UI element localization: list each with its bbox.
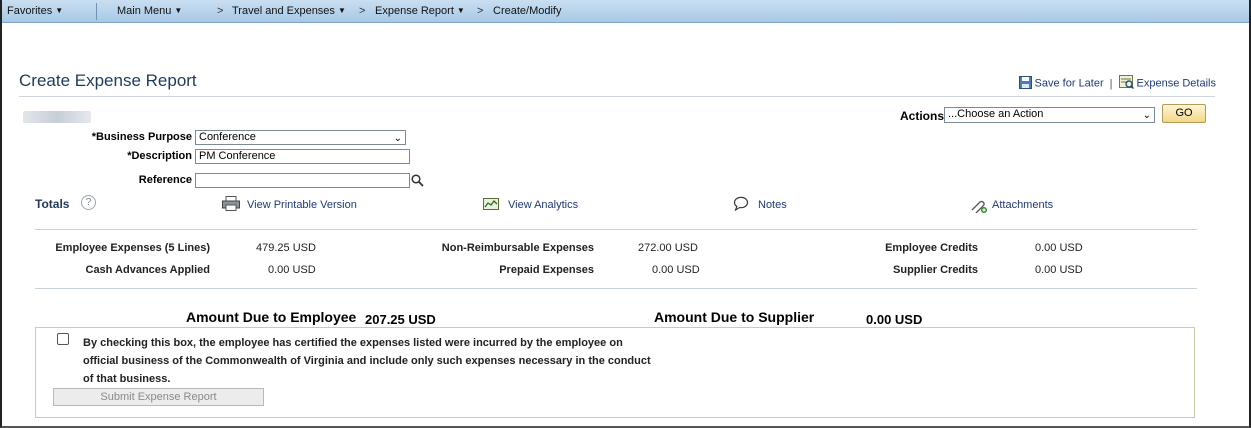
favorites-label: Favorites [7, 5, 53, 17]
chevron-down-icon: ▼ [174, 6, 183, 15]
actions-select-value: ...Choose an Action [948, 108, 1044, 120]
non-reimbursable-label: Non-Reimbursable Expenses [441, 242, 594, 254]
employee-credits-label: Employee Credits [885, 242, 978, 254]
top-nav-bar: Favorites ▼ Main Menu ▼ > Travel and Expen… [2, 0, 1249, 23]
employee-credits-value: 0.00 USD [1035, 242, 1083, 254]
certification-text-line-3: of that business. [83, 373, 171, 385]
expense-details-icon [1118, 75, 1134, 92]
certification-text-line-1: By checking this box, the employee has c… [83, 337, 623, 349]
main-menu[interactable]: Main Menu ▼ [117, 5, 182, 17]
chevron-down-icon: ▼ [337, 6, 346, 15]
employee-expenses-label: Employee Expenses (5 Lines) [55, 242, 210, 254]
employee-expenses-value: 479.25 USD [256, 242, 316, 254]
business-purpose-select[interactable]: Conference ⌄ [195, 130, 406, 145]
actions-label: Actions [900, 109, 945, 123]
favorites-menu[interactable]: Favorites ▼ [7, 5, 63, 17]
breadcrumb-label: Expense Report [375, 5, 454, 17]
non-reimbursable-value: 272.00 USD [638, 242, 698, 254]
notes-icon [733, 196, 749, 214]
supplier-credits-label: Supplier Credits [893, 264, 978, 276]
amount-due-employee-label: Amount Due to Employee [186, 309, 357, 325]
totals-label: Totals [35, 197, 70, 211]
redacted-employee-name [23, 111, 91, 123]
breadcrumb-create-modify[interactable]: Create/Modify [493, 5, 561, 17]
attachment-icon [970, 198, 988, 216]
submit-expense-report-button[interactable]: Submit Expense Report [53, 388, 264, 406]
expense-details-link[interactable]: Expense Details [1137, 78, 1217, 90]
breadcrumb-separator: > [477, 5, 484, 17]
prepaid-expenses-value: 0.00 USD [652, 264, 700, 276]
certification-checkbox[interactable] [57, 333, 69, 345]
go-button[interactable]: GO [1162, 104, 1206, 123]
business-purpose-label: *Business Purpose [91, 131, 192, 143]
search-icon[interactable] [411, 174, 424, 190]
certification-text-line-2: official business of the Commonwealth of… [83, 355, 651, 367]
nav-divider [96, 3, 97, 20]
reference-label: Reference [138, 174, 192, 186]
page-title: Create Expense Report [19, 71, 197, 90]
chevron-down-icon: ⌄ [1142, 110, 1151, 121]
cash-advances-label: Cash Advances Applied [85, 264, 211, 276]
notes-link[interactable]: Notes [758, 199, 787, 211]
link-separator: | [1109, 77, 1113, 90]
amount-due-employee-value: 207.25 USD [365, 312, 436, 327]
description-label: *Description [127, 150, 192, 162]
business-purpose-value: Conference [199, 131, 256, 143]
summary-top-divider [35, 229, 1197, 230]
view-analytics-link[interactable]: View Analytics [508, 199, 578, 211]
title-divider [19, 96, 1215, 97]
summary-bottom-divider [35, 288, 1197, 289]
amount-due-supplier-label: Amount Due to Supplier [654, 309, 815, 325]
breadcrumb-travel-and-expenses[interactable]: Travel and Expenses ▼ [232, 5, 346, 17]
reference-input[interactable] [195, 173, 410, 188]
breadcrumb-separator: > [217, 5, 224, 17]
breadcrumb-separator: > [359, 5, 366, 17]
view-printable-version-link[interactable]: View Printable Version [247, 199, 357, 211]
amount-due-supplier-value: 0.00 USD [866, 312, 923, 327]
printer-icon [222, 196, 240, 214]
supplier-credits-value: 0.00 USD [1035, 264, 1083, 276]
save-for-later-link[interactable]: Save for Later [1035, 78, 1104, 90]
help-icon[interactable]: ? [81, 195, 96, 210]
attachments-link[interactable]: Attachments [992, 199, 1053, 211]
breadcrumb-expense-report[interactable]: Expense Report ▼ [375, 5, 465, 17]
save-icon [1018, 75, 1032, 92]
prepaid-expenses-label: Prepaid Expenses [499, 264, 594, 276]
analytics-icon [483, 198, 499, 213]
header-links: Save for Later | Expense Details [1018, 75, 1217, 92]
chevron-down-icon: ⌄ [393, 133, 402, 144]
actions-select[interactable]: ...Choose an Action ⌄ [944, 107, 1155, 123]
description-input[interactable]: PM Conference [195, 149, 410, 164]
main-menu-label: Main Menu [117, 5, 172, 17]
breadcrumb-label: Travel and Expenses [232, 5, 335, 17]
chevron-down-icon: ▼ [456, 6, 465, 15]
cash-advances-value: 0.00 USD [268, 264, 316, 276]
chevron-down-icon: ▼ [55, 6, 64, 15]
